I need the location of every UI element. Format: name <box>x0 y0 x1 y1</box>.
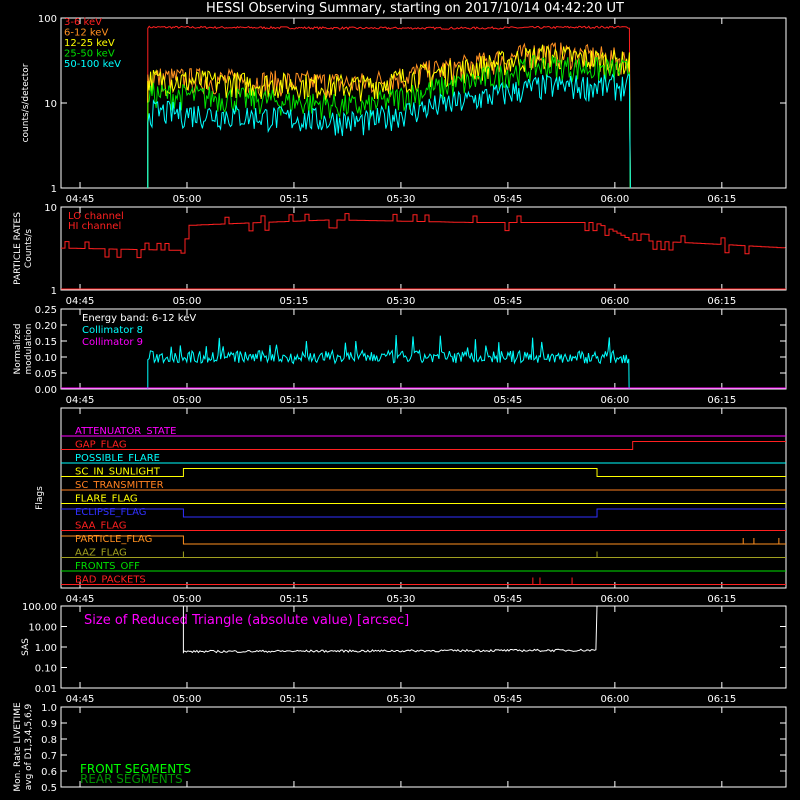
x-tick-label: 05:45 <box>493 296 522 307</box>
series-line <box>147 334 630 390</box>
legend-entry: 6-12 keV <box>64 28 108 39</box>
figure-title: HESSI Observing Summary, starting on 201… <box>206 1 624 16</box>
y-tick-label: 0.20 <box>35 321 57 332</box>
x-tick-label: 06:00 <box>600 395 629 406</box>
x-tick-label: 04:45 <box>66 694 95 705</box>
x-tick-label: 05:30 <box>387 194 416 205</box>
y-axis-label: Normalized <box>13 323 23 374</box>
y-tick-label: 10 <box>44 203 57 214</box>
flag-label: AAZ_FLAG <box>75 548 127 559</box>
y-tick-label: 0.00 <box>35 385 57 396</box>
annotation-text: Energy band: 6-12 keV <box>82 313 196 324</box>
x-tick-label: 05:00 <box>173 694 202 705</box>
flag-line <box>61 441 786 450</box>
y-tick-label: 0.15 <box>35 337 57 348</box>
series-line <box>61 213 786 259</box>
y-axis-label: Counts/s <box>24 229 34 268</box>
x-tick-label: 05:00 <box>173 296 202 307</box>
x-tick-label: 06:00 <box>600 694 629 705</box>
flag-line <box>61 551 786 558</box>
y-tick-label: 1 <box>51 286 57 297</box>
x-tick-label: 05:30 <box>387 594 416 605</box>
flag-label: SC_TRANSMITTER <box>75 480 164 491</box>
x-tick-label: 05:30 <box>387 694 416 705</box>
x-tick-label: 06:00 <box>600 594 629 605</box>
x-tick-label: 06:15 <box>707 194 736 205</box>
x-tick-label: 06:15 <box>707 694 736 705</box>
legend-entry: 50-100 keV <box>64 59 121 70</box>
y-tick-label: 0.6 <box>41 767 57 778</box>
y-tick-label: 0.8 <box>41 735 57 746</box>
flag-label: ATTENUATOR_STATE <box>75 426 176 437</box>
y-tick-label: 0.5 <box>41 783 57 794</box>
y-tick-label: 0.10 <box>35 353 57 364</box>
x-tick-label: 05:15 <box>280 395 309 406</box>
y-tick-label: 10.00 <box>28 623 57 634</box>
legend-entry: Collimator 8 <box>82 325 143 336</box>
flag-line <box>61 577 786 585</box>
y-axis-label: Mon. Rate LIVETIME <box>13 702 23 792</box>
flag-label: FRONTS_OFF <box>75 561 140 572</box>
y-tick-label: 0.7 <box>41 751 57 762</box>
legend-entry: 12-25 keV <box>64 38 115 49</box>
y-tick-label: 0.05 <box>35 369 57 380</box>
y-tick-label: 0.10 <box>35 664 57 675</box>
x-tick-label: 06:00 <box>600 296 629 307</box>
summary-figure: HESSI Observing Summary, starting on 201… <box>13 1 787 794</box>
legend-entry: Collimator 9 <box>82 337 143 348</box>
x-tick-label: 05:15 <box>280 194 309 205</box>
x-tick-label: 04:45 <box>66 194 95 205</box>
x-tick-label: 06:15 <box>707 395 736 406</box>
x-tick-label: 06:00 <box>600 194 629 205</box>
y-tick-label: 100.00 <box>22 602 57 613</box>
x-tick-label: 05:00 <box>173 194 202 205</box>
x-tick-label: 05:00 <box>173 395 202 406</box>
annotation-text: Size of Reduced Triangle (absolute value… <box>84 613 409 628</box>
y-axis-label: PARTICLE RATES <box>13 212 23 285</box>
x-tick-label: 05:30 <box>387 296 416 307</box>
x-tick-label: 04:45 <box>66 594 95 605</box>
y-axis-label: SAS <box>21 638 31 656</box>
legend-entry: 3-6 keV <box>64 17 102 28</box>
flag-label: GAP_FLAG <box>75 440 127 451</box>
x-tick-label: 06:15 <box>707 296 736 307</box>
x-tick-label: 05:45 <box>493 694 522 705</box>
y-tick-label: 0.01 <box>35 684 57 695</box>
x-tick-label: 05:15 <box>280 296 309 307</box>
flag-label: FLARE_FLAG <box>75 494 138 505</box>
x-tick-label: 04:45 <box>66 296 95 307</box>
x-tick-label: 04:45 <box>66 395 95 406</box>
x-tick-label: 05:00 <box>173 594 202 605</box>
y-axis-label: avg of D1,3,4,5,6,9 <box>24 703 34 790</box>
y-axis-label: counts/s/detector <box>21 63 31 142</box>
y-tick-label: 1.0 <box>41 703 57 714</box>
y-axis-label: modulation <box>24 324 34 375</box>
y-axis-label: Flags <box>35 486 45 510</box>
x-tick-label: 05:45 <box>493 194 522 205</box>
flag-label: POSSIBLE_FLARE <box>75 453 160 464</box>
y-tick-label: 0.9 <box>41 719 57 730</box>
y-tick-label: 1 <box>51 184 57 195</box>
y-tick-label: 1.00 <box>35 643 57 654</box>
x-tick-label: 05:15 <box>280 594 309 605</box>
flag-line <box>61 508 786 518</box>
flag-line <box>61 468 786 477</box>
x-tick-label: 05:45 <box>493 594 522 605</box>
x-tick-label: 05:30 <box>387 395 416 406</box>
flag-label: BAD_PACKETS <box>75 575 146 586</box>
legend-entry: HI channel <box>68 221 121 232</box>
x-tick-label: 05:15 <box>280 694 309 705</box>
legend-entry: REAR SEGMENTS <box>80 772 183 786</box>
legend-entry: 25-50 keV <box>64 49 115 60</box>
y-tick-label: 10 <box>44 99 57 110</box>
y-tick-label: 100 <box>38 14 57 25</box>
flag-label: SC_IN_SUNLIGHT <box>75 467 161 478</box>
x-tick-label: 06:15 <box>707 594 736 605</box>
panel-frame <box>60 206 787 291</box>
x-tick-label: 05:45 <box>493 395 522 406</box>
y-tick-label: 0.25 <box>35 305 57 316</box>
flag-label: SAA_FLAG <box>75 521 126 532</box>
flag-line <box>61 535 786 545</box>
